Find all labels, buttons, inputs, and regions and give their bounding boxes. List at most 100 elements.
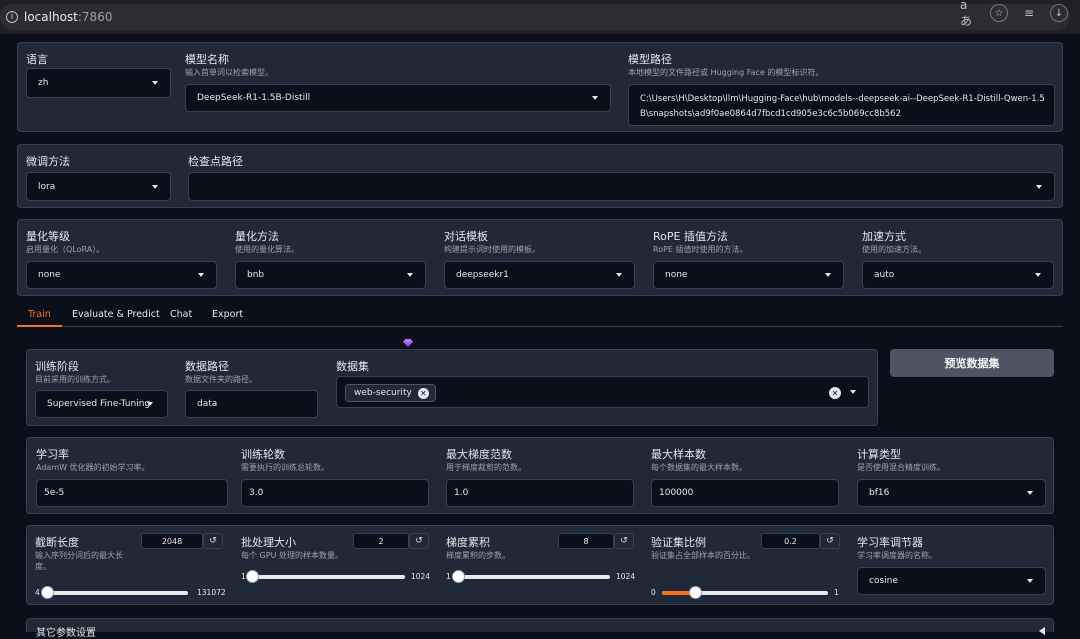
language-dropdown[interactable]: zh <box>26 68 171 98</box>
finetune-panel: 微调方法 lora 检查点路径 <box>17 144 1063 208</box>
tab-bar: Train Evaluate & Predict Chat Export <box>17 305 1063 327</box>
val-size-number[interactable]: 0.2 <box>761 533 820 549</box>
reset-icon[interactable]: ↺ <box>820 533 840 549</box>
preview-dataset-button[interactable]: 预览数据集 <box>890 349 1054 377</box>
compute-type-value: bf16 <box>869 488 890 498</box>
language-label: 语言 <box>26 53 48 66</box>
batch-slider-thumb[interactable] <box>246 570 260 583</box>
scheduler-value: cosine <box>869 576 898 586</box>
epochs-label: 训练轮数 <box>241 448 285 461</box>
quant-method-info: 使用的量化算法。 <box>235 245 299 254</box>
quant-bit-label: 量化等级 <box>26 230 70 243</box>
quant-method-value: bnb <box>247 270 265 280</box>
language-value: zh <box>38 78 49 88</box>
batch-slider-track[interactable] <box>252 575 405 579</box>
stage-dropdown[interactable]: Supervised Fine-Tuning <box>35 390 168 418</box>
tab-evaluate-predict[interactable]: Evaluate & Predict <box>72 309 160 320</box>
reset-icon[interactable]: ↺ <box>203 533 223 549</box>
model-name-dropdown[interactable]: DeepSeek-R1-1.5B-Distill <box>185 84 611 112</box>
stage-info: 目前采用的训练方式。 <box>35 375 115 384</box>
quant-method-label: 量化方法 <box>235 230 279 243</box>
grad-acc-max: 1024 <box>616 572 636 581</box>
val-size-label: 验证集比例 <box>651 536 706 549</box>
booster-dropdown[interactable]: auto <box>862 261 1054 289</box>
dataset-label: 数据集 <box>336 360 369 373</box>
cutoff-slider-thumb[interactable] <box>41 586 55 599</box>
advanced-panel: 量化等级 启用量化（QLoRA）。 none 量化方法 使用的量化算法。 bnb… <box>17 219 1063 296</box>
tab-train[interactable]: Train <box>28 309 51 320</box>
site-info-icon[interactable]: i <box>6 11 18 23</box>
batch-label: 批处理大小 <box>241 536 296 549</box>
chevron-down-icon <box>850 390 856 394</box>
compute-type-dropdown[interactable]: bf16 <box>857 479 1046 507</box>
other-settings-accordion[interactable]: 其它参数设置 <box>26 618 1054 639</box>
dataset-chip-label: web-security <box>354 388 412 398</box>
grad-acc-slider-thumb[interactable] <box>452 570 466 583</box>
chevron-down-icon <box>152 81 158 85</box>
scheduler-dropdown[interactable]: cosine <box>857 567 1046 595</box>
quant-bit-dropdown[interactable]: none <box>26 261 217 289</box>
template-value: deepseekr1 <box>456 270 509 280</box>
stage-value: Supervised Fine-Tuning <box>47 399 151 409</box>
model-name-label: 模型名称 <box>185 53 229 66</box>
template-label: 对话模板 <box>444 230 488 243</box>
address-bar[interactable]: i localhost:7860 <box>0 4 1070 30</box>
grad-acc-slider-track[interactable] <box>457 575 610 579</box>
chevron-down-icon <box>198 273 204 277</box>
finetune-dropdown[interactable]: lora <box>26 172 171 201</box>
batch-max: 1024 <box>411 572 431 581</box>
model-path-input[interactable]: C:\Users\H\Desktop\llm\Hugging-Face\hub\… <box>628 84 1055 126</box>
tab-export[interactable]: Export <box>212 309 243 320</box>
batch-number[interactable]: 2 <box>353 533 409 549</box>
bookmark-star-icon[interactable]: ☆ <box>990 4 1008 22</box>
tab-chat[interactable]: Chat <box>170 309 192 320</box>
val-size-info: 验证集占全部样本的百分比。 <box>651 551 755 560</box>
booster-value: auto <box>874 270 895 280</box>
download-icon[interactable]: ↓ <box>1050 4 1068 22</box>
chevron-down-icon <box>825 273 831 277</box>
max-grad-value: 1.0 <box>454 488 469 498</box>
rope-dropdown[interactable]: none <box>653 261 844 289</box>
dataset-chip[interactable]: web-security ✕ <box>345 384 436 402</box>
caret-left-icon <box>1039 627 1045 635</box>
compute-type-label: 计算类型 <box>857 448 901 461</box>
grad-acc-number[interactable]: 8 <box>558 533 614 549</box>
browser-toolbar: i localhost:7860 aあ ☆ ≡ ↓ <box>0 0 1080 34</box>
active-tab-indicator <box>17 325 62 327</box>
finetune-label: 微调方法 <box>26 155 70 168</box>
grad-acc-label: 梯度累积 <box>446 536 490 549</box>
lr-value: 5e-5 <box>44 488 65 498</box>
reset-icon[interactable]: ↺ <box>614 533 634 549</box>
val-size-slider-thumb[interactable] <box>689 586 703 599</box>
url-port: :7860 <box>77 10 113 24</box>
booster-info: 使用的加速方法。 <box>862 245 926 254</box>
template-dropdown[interactable]: deepseekr1 <box>444 261 635 289</box>
loading-gem-icon <box>403 339 413 347</box>
cutoff-number[interactable]: 2048 <box>141 533 203 549</box>
lr-input[interactable]: 5e-5 <box>36 479 228 507</box>
epochs-input[interactable]: 3.0 <box>241 479 429 507</box>
cutoff-slider-track[interactable] <box>45 591 188 595</box>
booster-label: 加速方式 <box>862 230 906 243</box>
reading-list-icon[interactable]: ≡ <box>1020 4 1038 22</box>
quant-method-dropdown[interactable]: bnb <box>235 261 426 289</box>
train-params-panel: 学习率 AdamW 优化器的初始学习率。 5e-5 训练轮数 需要执行的训练总轮… <box>26 437 1054 514</box>
checkpoint-dropdown[interactable] <box>188 172 1055 201</box>
rope-info: RoPE 插值时使用的方法。 <box>653 245 748 254</box>
reset-icon[interactable]: ↺ <box>409 533 429 549</box>
dataset-dir-input[interactable]: data <box>185 390 318 418</box>
remove-chip-icon[interactable]: ✕ <box>417 387 429 399</box>
dataset-panel: 训练阶段 目前采用的训练方式。 Supervised Fine-Tuning 数… <box>26 349 878 426</box>
max-grad-input[interactable]: 1.0 <box>446 479 634 507</box>
translate-icon[interactable]: aあ <box>960 0 978 28</box>
max-samples-info: 每个数据集的最大样本数。 <box>651 463 747 472</box>
dataset-dir-value: data <box>197 399 218 409</box>
chevron-down-icon <box>147 402 153 406</box>
finetune-value: lora <box>38 181 56 192</box>
model-panel: 语言 zh 模型名称 输入首单词以检索模型。 DeepSeek-R1-1.5B-… <box>17 42 1063 132</box>
checkpoint-label: 检查点路径 <box>188 155 243 168</box>
rope-value: none <box>665 270 688 280</box>
clear-dataset-icon[interactable]: ✕ <box>829 387 841 399</box>
max-samples-input[interactable]: 100000 <box>651 479 839 507</box>
epochs-value: 3.0 <box>249 488 264 498</box>
